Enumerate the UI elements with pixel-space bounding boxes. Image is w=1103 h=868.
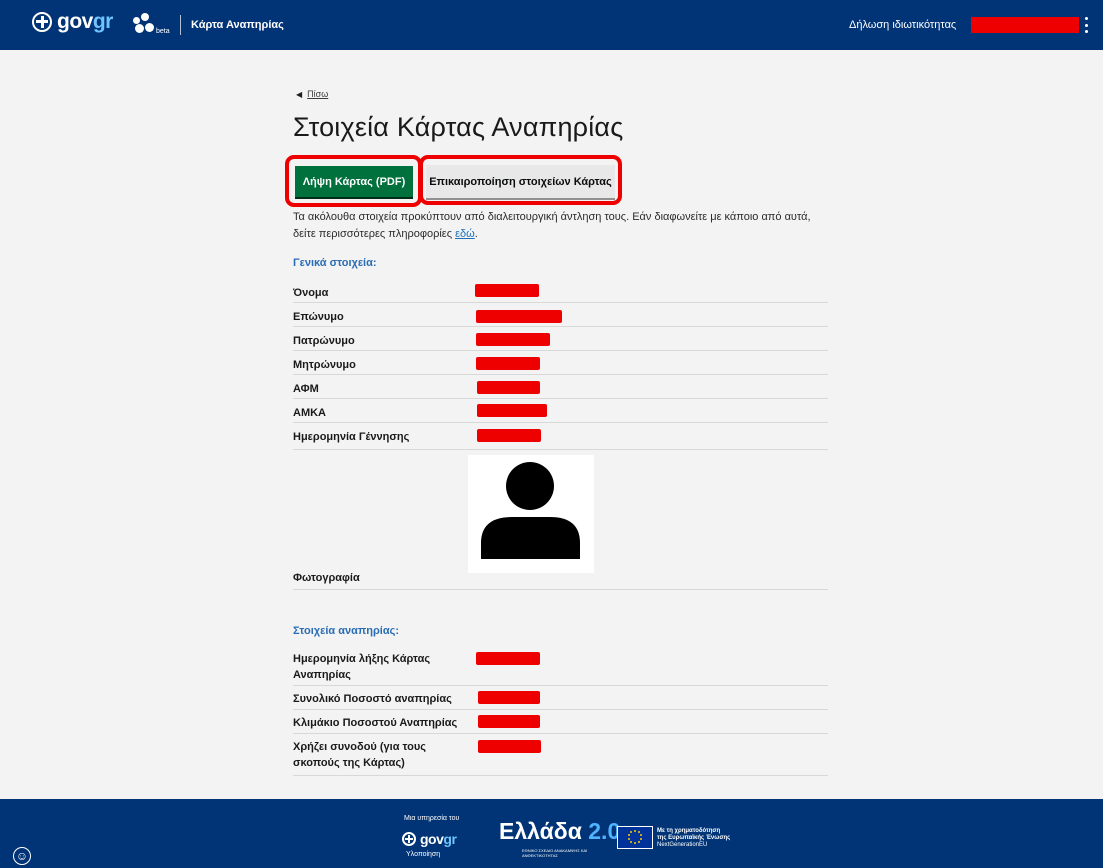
photo-row: Φωτογραφία (293, 450, 828, 590)
service-name[interactable]: Κάρτα Αναπηρίας (191, 19, 284, 31)
back-link[interactable]: ◀ Πίσω (296, 89, 328, 99)
greek-seal-icon (402, 832, 416, 846)
brand-accent: gr (92, 10, 114, 33)
footer-service-of: Μια υπηρεσία του (404, 815, 460, 822)
greek-seal-icon (32, 12, 52, 32)
eu-funding-text: Με τη χρηματοδότηση της Ευρωπαϊκής Ένωση… (657, 828, 730, 849)
brand-main: gov (57, 10, 93, 33)
eu-line-3: NextGenerationEU (657, 842, 708, 848)
general-row: Όνομα (293, 279, 828, 303)
greece-word: Ελλάδα (499, 818, 582, 844)
row-label: Πατρώνυμο (293, 335, 355, 347)
more-info-link[interactable]: εδώ (455, 228, 475, 240)
row-label: Μητρώνυμο (293, 359, 356, 371)
back-arrow-icon: ◀ (296, 89, 303, 99)
general-section-title: Γενικά στοιχεία: (293, 257, 377, 269)
redacted-value (476, 652, 540, 665)
privacy-link[interactable]: Δήλωση ιδιωτικότητας (849, 19, 956, 31)
redacted-value (477, 404, 547, 417)
photo-label: Φωτογραφία (293, 572, 360, 584)
redacted-value (476, 310, 562, 323)
footer-brand-main: gov (420, 831, 444, 847)
row-label: Συνολικό Ποσοστό αναπηρίας (293, 693, 452, 705)
footer-govgr-logo[interactable]: govgr (402, 831, 457, 847)
greece-2-0-logo[interactable]: Ελλάδα 2.0 (499, 818, 620, 845)
eu-flag-icon (617, 826, 653, 849)
row-label: Όνομα (293, 287, 329, 299)
redacted-value (477, 429, 541, 442)
row-label: Επώνυμο (293, 311, 344, 323)
redacted-value (476, 357, 540, 370)
intro-end: . (474, 228, 478, 240)
redacted-value (475, 284, 539, 297)
general-row: Ημερομηνία Γέννησης (293, 423, 828, 450)
govgr-logo[interactable]: govgr (32, 10, 113, 34)
header-divider (180, 15, 181, 35)
disability-row: Ημερομηνία λήξης Κάρτας Αναπηρίας (293, 645, 828, 686)
general-row: Πατρώνυμο (293, 327, 828, 351)
top-header: govgr beta Κάρτα Αναπηρίας Δήλωση ιδιωτι… (0, 0, 1103, 50)
user-name-redacted[interactable] (971, 17, 1079, 33)
redacted-value (476, 333, 550, 346)
general-row: ΑΜΚΑ (293, 399, 828, 423)
row-label: ΑΦΜ (293, 383, 319, 395)
redacted-value (478, 740, 541, 753)
redacted-value (477, 381, 540, 394)
redacted-value (478, 691, 540, 704)
beta-logo-icon[interactable] (133, 13, 155, 35)
back-label: Πίσω (307, 89, 329, 99)
kebab-menu-icon[interactable] (1084, 17, 1088, 33)
row-label: Χρήζει συνοδού (για τους σκοπούς της Κάρ… (293, 741, 426, 769)
greece-num: 2.0 (588, 818, 621, 844)
footer-implementation: Υλοποίηση (406, 851, 441, 858)
eu-line-2: της Ευρωπαϊκής Ένωσης (657, 835, 731, 841)
disability-row: Χρήζει συνοδού (για τους σκοπούς της Κάρ… (293, 734, 828, 776)
disability-section-title: Στοιχεία αναπηρίας: (293, 625, 400, 637)
general-row: Μητρώνυμο (293, 351, 828, 375)
page-title: Στοιχεία Κάρτας Αναπηρίας (293, 112, 624, 142)
row-label: ΑΜΚΑ (293, 407, 326, 419)
general-row: ΑΦΜ (293, 375, 828, 399)
update-card-button[interactable]: Επικαιροποίηση στοιχείων Κάρτας (426, 165, 615, 198)
intro-text: Τα ακόλουθα στοιχεία προκύπτουν από διαλ… (293, 211, 811, 240)
accessibility-icon[interactable]: ☺ (13, 847, 31, 865)
row-label: Ημερομηνία Γέννησης (293, 431, 410, 443)
footer-brand-accent: gr (443, 831, 457, 847)
intro-paragraph: Τα ακόλουθα στοιχεία προκύπτουν από διαλ… (293, 209, 833, 243)
beta-label: beta (156, 28, 170, 35)
eu-line-1: Με τη χρηματοδότηση (657, 828, 721, 834)
row-label: Κλιμάκιο Ποσοστού Αναπηρίας (293, 717, 458, 729)
disability-row: Συνολικό Ποσοστό αναπηρίας (293, 686, 828, 710)
greece-subtitle: ΕΘΝΙΚΟ ΣΧΕΔΙΟ ΑΝΑΚΑΜΨΗΣ ΚΑΙ ΑΝΘΕΚΤΙΚΟΤΗΤ… (522, 848, 588, 858)
general-row: Επώνυμο (293, 303, 828, 327)
row-label: Ημερομηνία λήξης Κάρτας Αναπηρίας (293, 653, 431, 681)
redacted-value (478, 715, 540, 728)
disability-row: Κλιμάκιο Ποσοστού Αναπηρίας (293, 710, 828, 734)
download-pdf-button[interactable]: Λήψη Κάρτας (PDF) (295, 166, 413, 197)
